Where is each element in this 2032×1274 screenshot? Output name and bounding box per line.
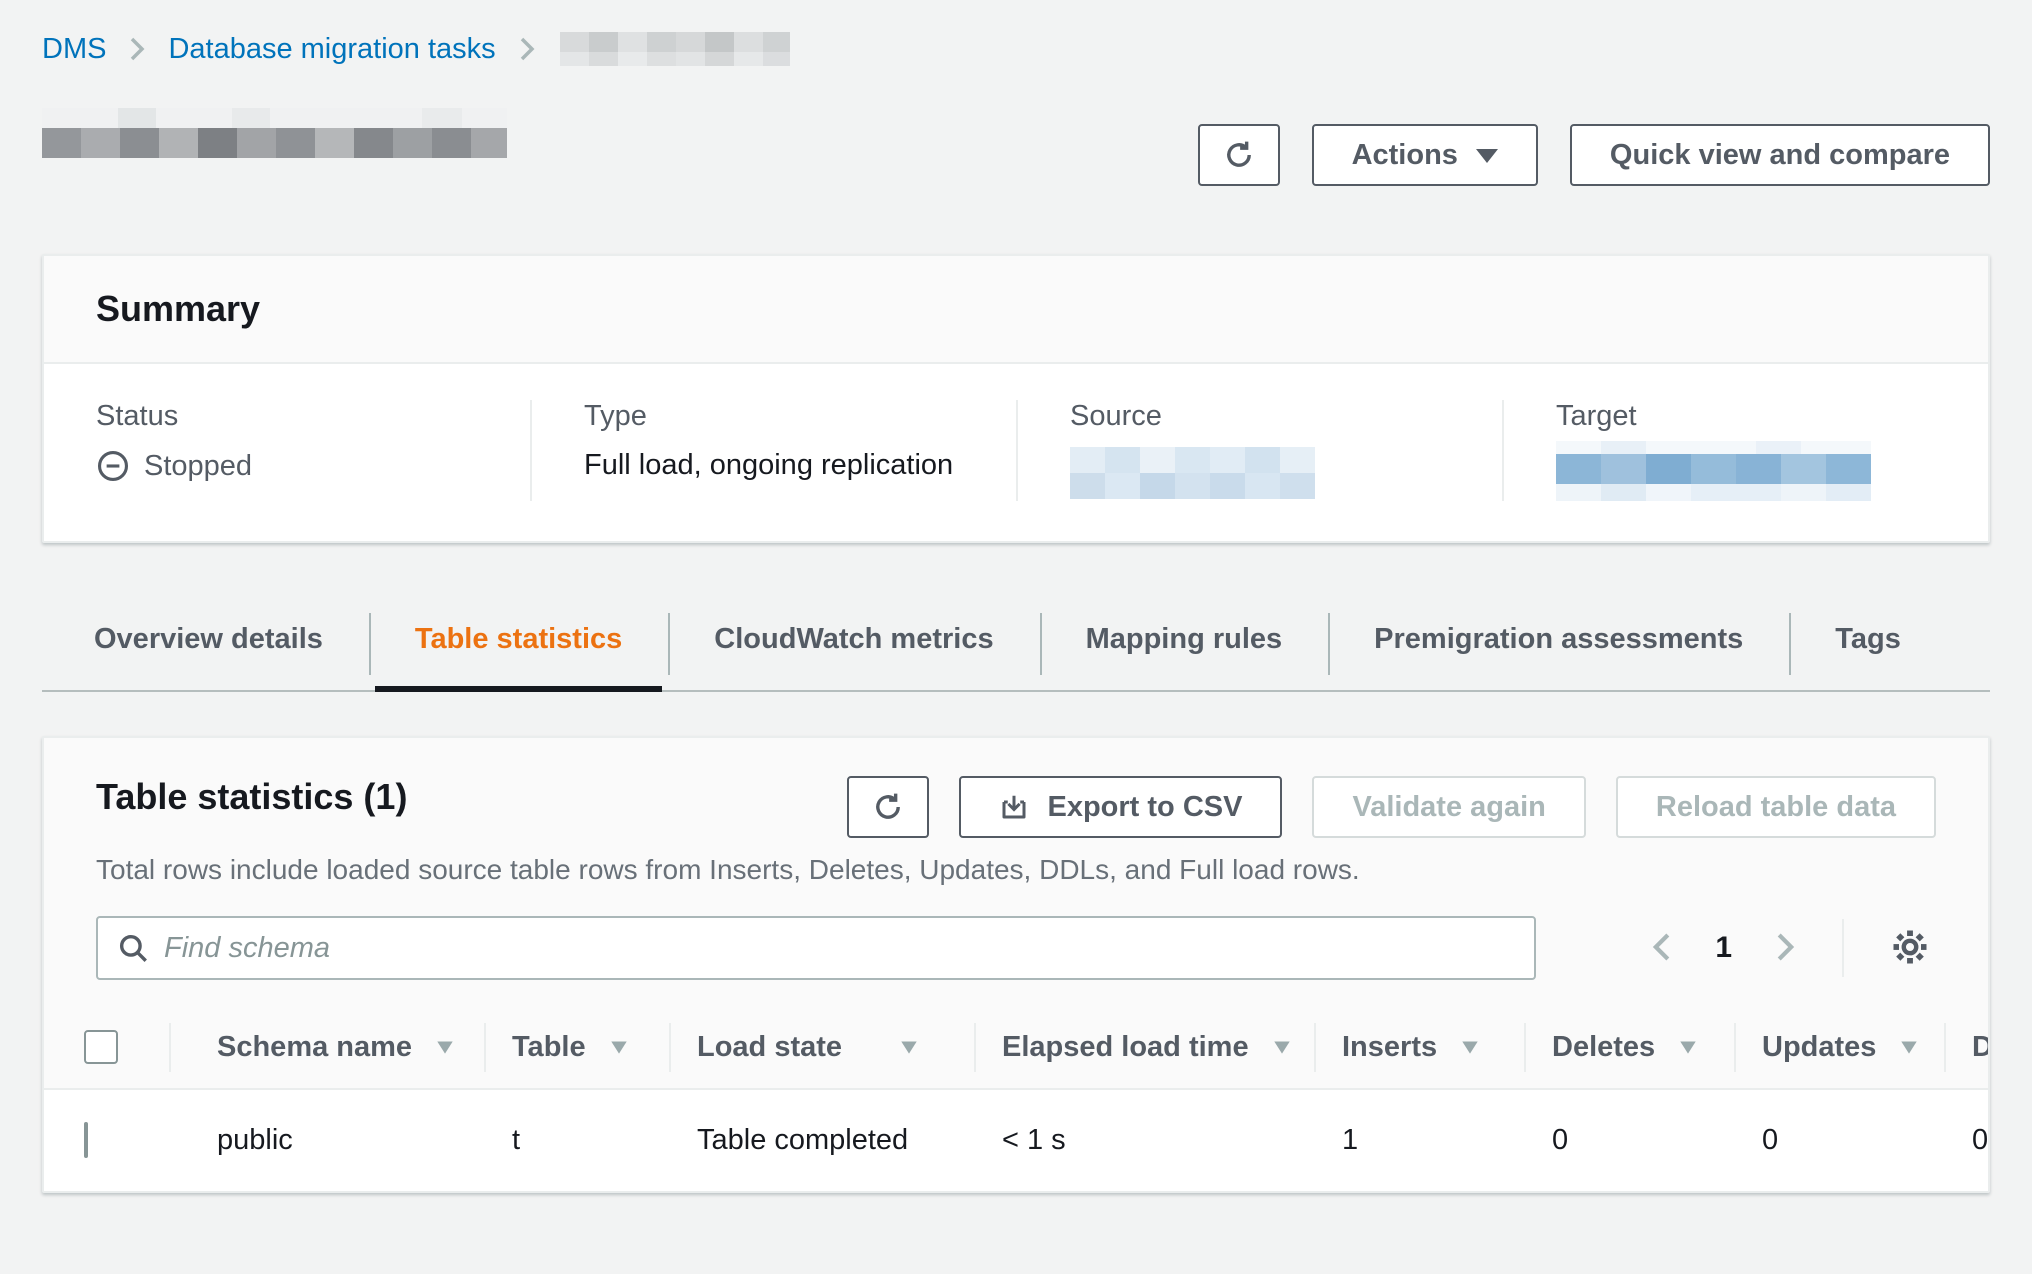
page-header: Actions Quick view and compare (42, 102, 1990, 168)
summary-field-target: Target (1502, 400, 1988, 501)
cell-deletes: 0 (1524, 1090, 1734, 1191)
breadcrumb-link-dms[interactable]: DMS (42, 33, 106, 66)
search-icon (116, 931, 150, 973)
column-header-table[interactable]: Table (484, 1007, 669, 1088)
quick-view-compare-button[interactable]: Quick view and compare (1570, 124, 1990, 186)
cell-elapsed-load-time: < 1 s (974, 1090, 1314, 1191)
page-number[interactable]: 1 (1715, 931, 1732, 965)
reload-table-data-label: Reload table data (1656, 791, 1896, 824)
dms-task-page: DMS Database migration tasks Actions (0, 0, 2032, 1193)
status-label: Status (96, 400, 490, 433)
type-label: Type (584, 400, 976, 433)
chevron-right-icon (126, 34, 148, 64)
gear-icon (1888, 925, 1932, 972)
tab-premigration-assessments[interactable]: Premigration assessments (1328, 607, 1789, 690)
summary-body: Status Stopped Type Full load, ongoing r… (44, 364, 1988, 541)
source-value-redacted (1070, 447, 1315, 499)
table-body: public t Table completed < 1 s 1 0 0 0 (44, 1088, 1990, 1191)
divider (1842, 919, 1844, 977)
cell-inserts: 1 (1314, 1090, 1524, 1191)
cell-load-state: Table completed (669, 1090, 974, 1191)
validate-again-label: Validate again (1352, 791, 1545, 824)
tab-mapping-rules[interactable]: Mapping rules (1040, 607, 1329, 690)
column-header-elapsed-load-time[interactable]: Elapsed load time (974, 1007, 1314, 1088)
column-header-schema-name[interactable]: Schema name (169, 1007, 484, 1088)
cell-updates: 0 (1734, 1090, 1944, 1191)
summary-title: Summary (96, 288, 1936, 330)
sort-icon (434, 1036, 456, 1058)
sort-icon (1459, 1036, 1481, 1058)
sort-icon (1898, 1036, 1920, 1058)
tab-bar: Overview details Table statistics CloudW… (42, 607, 1990, 692)
tab-table-statistics[interactable]: Table statistics (369, 607, 668, 690)
find-schema-input[interactable] (96, 916, 1536, 980)
chevron-right-icon (1770, 929, 1798, 968)
previous-page-button[interactable] (1645, 925, 1681, 972)
caret-down-icon (1476, 149, 1498, 163)
sort-icon (898, 1036, 920, 1058)
target-label: Target (1556, 400, 1948, 433)
page-title-redacted (42, 108, 507, 158)
sort-icon (1271, 1036, 1293, 1058)
stopped-icon (96, 449, 130, 483)
tab-tags[interactable]: Tags (1789, 607, 1947, 690)
table-statistics-description: Total rows include loaded source table r… (96, 854, 1936, 886)
tab-overview-details[interactable]: Overview details (42, 607, 369, 690)
cell-schema-name: public (169, 1090, 484, 1191)
breadcrumb-redacted-task-name (560, 32, 790, 66)
sort-icon (608, 1036, 630, 1058)
export-csv-label: Export to CSV (1047, 791, 1242, 824)
select-all-checkbox[interactable] (84, 1030, 118, 1064)
table-statistics-title: Table statistics (1) (96, 776, 407, 818)
sort-icon (1677, 1036, 1699, 1058)
table-row: public t Table completed < 1 s 1 0 0 0 (44, 1088, 1990, 1191)
status-text: Stopped (144, 450, 252, 483)
reload-table-data-button[interactable]: Reload table data (1616, 776, 1936, 838)
table-statistics-card: Table statistics (1) (42, 736, 1990, 1193)
column-header-deletes[interactable]: Deletes (1524, 1007, 1734, 1088)
target-value-redacted (1556, 441, 1871, 501)
column-header-updates[interactable]: Updates (1734, 1007, 1944, 1088)
row-checkbox[interactable] (84, 1122, 88, 1158)
source-label: Source (1070, 400, 1462, 433)
table-refresh-button[interactable] (847, 776, 929, 838)
column-header-clipped[interactable]: D (1944, 1007, 1990, 1088)
quick-view-label: Quick view and compare (1610, 139, 1950, 172)
download-icon (999, 792, 1029, 822)
filter-row: 1 (96, 916, 1936, 1006)
column-header-load-state[interactable]: Load state (669, 1007, 974, 1088)
cell-clipped: 0 (1944, 1090, 1990, 1191)
export-csv-button[interactable]: Export to CSV (959, 776, 1282, 838)
summary-field-source: Source (1016, 400, 1502, 501)
refresh-icon (1222, 138, 1256, 172)
summary-card-header: Summary (44, 256, 1988, 364)
cell-table: t (484, 1090, 669, 1191)
actions-button-label: Actions (1352, 139, 1458, 172)
next-page-button[interactable] (1766, 925, 1802, 972)
summary-field-type: Type Full load, ongoing replication (530, 400, 1016, 501)
table-statistics-header: Table statistics (1) (44, 738, 1988, 1006)
type-value: Full load, ongoing replication (584, 449, 976, 482)
summary-card: Summary Status Stopped Type Full load, o… (42, 254, 1990, 543)
pagination: 1 (1645, 919, 1936, 977)
actions-button[interactable]: Actions (1312, 124, 1538, 186)
chevron-left-icon (1649, 929, 1677, 968)
breadcrumb: DMS Database migration tasks (42, 30, 1990, 68)
status-badge: Stopped (96, 449, 490, 483)
table-settings-button[interactable] (1884, 921, 1936, 976)
refresh-button[interactable] (1198, 124, 1280, 186)
chevron-right-icon (516, 34, 538, 64)
breadcrumb-link-tasks[interactable]: Database migration tasks (168, 33, 495, 66)
validate-again-button[interactable]: Validate again (1312, 776, 1585, 838)
table-statistics-table: Schema name Table Load state Elapsed loa… (44, 1006, 1990, 1191)
tab-cloudwatch-metrics[interactable]: CloudWatch metrics (668, 607, 1039, 690)
summary-field-status: Status Stopped (44, 400, 530, 501)
refresh-icon (871, 790, 905, 824)
column-header-inserts[interactable]: Inserts (1314, 1007, 1524, 1088)
table-header-row: Schema name Table Load state Elapsed loa… (44, 1006, 1990, 1088)
